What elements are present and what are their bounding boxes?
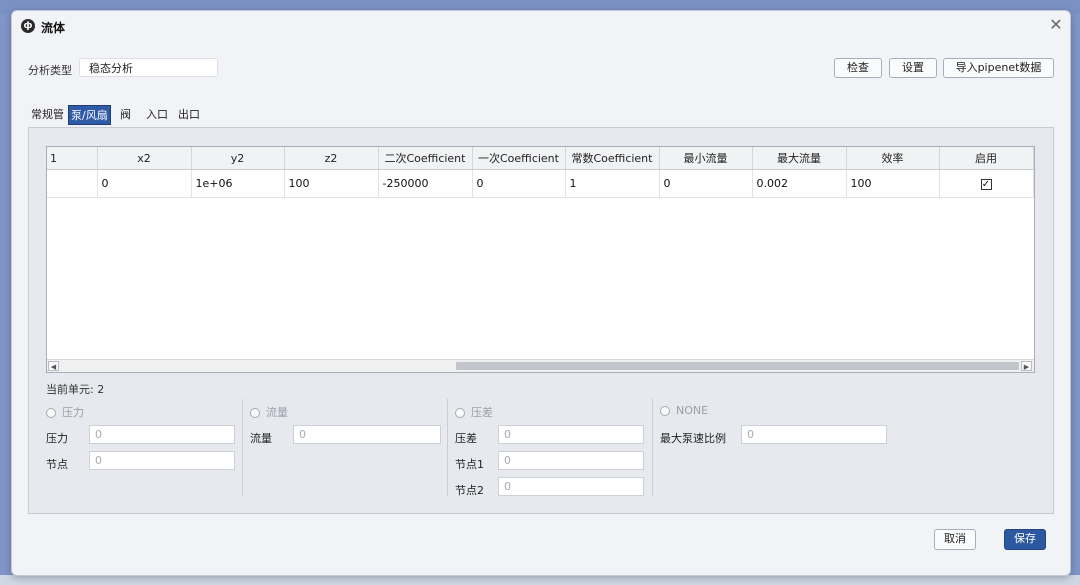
column-header[interactable]: 一次Coefficient	[472, 147, 566, 170]
node1-input[interactable]: 0	[498, 451, 644, 470]
scrollbar-thumb[interactable]	[456, 362, 1019, 370]
table-row: 0 1e+06 100 -250000 0 1 0 0.002 100 ✓	[47, 169, 1034, 198]
column-header[interactable]: 最大流量	[752, 147, 847, 170]
column-header[interactable]: z2	[284, 147, 379, 170]
group-divider	[242, 399, 243, 496]
pump-data-grid[interactable]: 1 x2 y2 z2 二次Coefficient 一次Coefficient 常…	[46, 146, 1035, 373]
table-cell[interactable]: 0	[659, 169, 753, 198]
pressure-node-label: 节点	[46, 458, 68, 471]
settings-button[interactable]: 设置	[889, 58, 937, 78]
desktop-background-bottom	[0, 575, 1080, 585]
title-bar: ф 流体 ✕	[12, 11, 1070, 41]
scroll-right-arrow-icon[interactable]: ▶	[1021, 361, 1032, 371]
radio-circle-icon	[455, 408, 465, 418]
radio-flow[interactable]: 流量	[250, 404, 288, 420]
tab-inlet[interactable]: 入口	[146, 105, 168, 125]
analysis-type-select[interactable]: 稳态分析	[79, 58, 218, 77]
pressure-diff-label: 压差	[455, 432, 477, 445]
tab-pump-fan[interactable]: 泵/风扇	[68, 105, 111, 125]
radio-pressure[interactable]: 压力	[46, 404, 84, 420]
table-corner-header: 1	[47, 147, 98, 170]
current-cell-value: 2	[97, 383, 105, 396]
pressure-node-input[interactable]: 0	[89, 451, 235, 470]
current-cell-label: 当前单元: 2	[46, 383, 105, 396]
table-cell[interactable]: 100	[284, 169, 379, 198]
radio-circle-icon	[46, 408, 56, 418]
window-title: 流体	[41, 21, 66, 35]
max-pump-speed-ratio-input[interactable]: 0	[741, 425, 887, 444]
flow-input[interactable]: 0	[293, 425, 441, 444]
table-cell[interactable]: 100	[846, 169, 940, 198]
flow-label: 流量	[250, 432, 272, 445]
pressure-diff-input[interactable]: 0	[498, 425, 644, 444]
column-header[interactable]: x2	[97, 147, 192, 170]
close-icon[interactable]: ✕	[1047, 15, 1065, 35]
enabled-cell[interactable]: ✓	[939, 169, 1034, 198]
radio-circle-icon	[660, 406, 670, 416]
table-cell[interactable]: 0.002	[752, 169, 847, 198]
enabled-checkbox[interactable]: ✓	[980, 179, 992, 190]
row-header-cell[interactable]	[47, 169, 98, 198]
app-logo-icon: ф	[21, 19, 35, 33]
radio-pressure-diff[interactable]: 压差	[455, 404, 493, 420]
table-cell[interactable]: 1e+06	[191, 169, 285, 198]
table-header-row: 1 x2 y2 z2 二次Coefficient 一次Coefficient 常…	[47, 147, 1034, 170]
fluid-dialog: ф 流体 ✕ 分析类型 稳态分析 检查 设置 导入pipenet数据 常规管 泵…	[11, 10, 1071, 576]
table-cell[interactable]: -250000	[378, 169, 473, 198]
column-header[interactable]: 常数Coefficient	[565, 147, 660, 170]
max-pump-speed-ratio-label: 最大泵速比例	[660, 432, 726, 445]
column-header[interactable]: 二次Coefficient	[378, 147, 473, 170]
import-pipenet-button[interactable]: 导入pipenet数据	[943, 58, 1054, 78]
table-cell[interactable]: 0	[472, 169, 566, 198]
horizontal-scrollbar[interactable]: ◀ ▶	[47, 359, 1034, 372]
tab-valve[interactable]: 阀	[120, 105, 131, 125]
group-divider	[447, 399, 448, 496]
table-cell[interactable]: 1	[565, 169, 660, 198]
pressure-input[interactable]: 0	[89, 425, 235, 444]
save-button[interactable]: 保存	[1004, 529, 1046, 550]
scroll-left-arrow-icon[interactable]: ◀	[48, 361, 59, 371]
column-header[interactable]: y2	[191, 147, 285, 170]
column-header[interactable]: 启用	[939, 147, 1034, 170]
group-divider	[652, 399, 653, 496]
cancel-button[interactable]: 取消	[934, 529, 976, 550]
tab-outlet[interactable]: 出口	[178, 105, 200, 125]
node2-label: 节点2	[455, 484, 484, 497]
column-header[interactable]: 最小流量	[659, 147, 753, 170]
analysis-type-label: 分析类型	[28, 64, 72, 77]
pressure-label: 压力	[46, 432, 68, 445]
check-button[interactable]: 检查	[834, 58, 882, 78]
node1-label: 节点1	[455, 458, 484, 471]
table-cell[interactable]: 0	[97, 169, 192, 198]
radio-none[interactable]: NONE	[660, 404, 708, 417]
column-header[interactable]: 效率	[846, 147, 940, 170]
node2-input[interactable]: 0	[498, 477, 644, 496]
radio-circle-icon	[250, 408, 260, 418]
pump-table: 1 x2 y2 z2 二次Coefficient 一次Coefficient 常…	[47, 147, 1034, 198]
tab-regular-pipe[interactable]: 常规管	[31, 105, 64, 125]
